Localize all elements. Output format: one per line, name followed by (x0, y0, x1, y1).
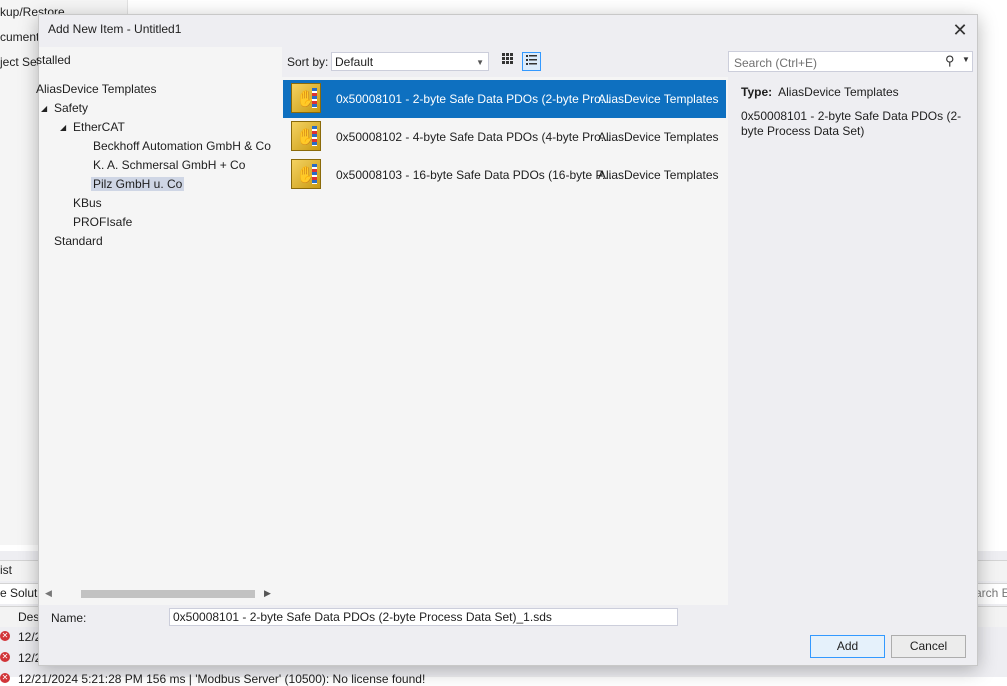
list-item-category: AliasDevice Templates (598, 92, 719, 106)
expanded-icon[interactable]: ◢ (60, 123, 66, 132)
error-icon: ✕ (0, 631, 10, 641)
background-item-document: cument (0, 30, 40, 44)
list-item-name: 0x50008101 - 2-byte Safe Data PDOs (2-by… (336, 92, 611, 106)
tree-item-label: Beckhoff Automation GmbH & Co (93, 139, 271, 153)
error-icon: ✕ (0, 673, 10, 683)
close-button[interactable]: ✕ (947, 18, 973, 42)
tree-item-label: Safety (54, 101, 89, 115)
tree-item-schmersal[interactable]: K. A. Schmersal GmbH + Co (93, 156, 245, 174)
add-button[interactable]: Add (810, 635, 885, 658)
details-description: 0x50008101 - 2-byte Safe Data PDOs (2-by… (741, 109, 962, 138)
list-view-button[interactable] (522, 52, 541, 71)
background-item-project-settings: ject Set (0, 55, 41, 69)
name-label: Name: (51, 611, 87, 625)
search-icon[interactable]: ⚲ (945, 53, 955, 69)
list-item-name: 0x50008103 - 16-byte Safe Data PDOs (16-… (336, 168, 612, 182)
list-item[interactable]: ✋ 0x50008101 - 2-byte Safe Data PDOs (2-… (283, 80, 726, 118)
list-item-category: AliasDevice Templates (598, 130, 719, 144)
tree-item-label: PROFIsafe (73, 215, 133, 229)
list-item[interactable]: ✋ 0x50008102 - 4-byte Safe Data PDOs (4-… (283, 118, 726, 156)
details-type-value: AliasDevice Templates (778, 85, 899, 99)
tree-item-label: AliasDevice Templates (36, 82, 157, 96)
sort-by-value: Default (335, 55, 374, 69)
list-item-name: 0x50008102 - 4-byte Safe Data PDOs (4-by… (336, 130, 611, 144)
details-type: Type: AliasDevice Templates (741, 85, 899, 99)
background-search-box: arch E (975, 586, 1007, 600)
tree-item-pilz[interactable]: Pilz GmbH u. Co (91, 175, 185, 193)
chevron-down-icon: ▼ (476, 58, 484, 67)
name-input[interactable] (169, 608, 678, 626)
sort-by-label: Sort by: (287, 55, 329, 69)
tree-item-ethercat[interactable]: EtherCAT (73, 118, 125, 136)
tree-item-aliasdevice-templates[interactable]: AliasDevice Templates (36, 80, 157, 98)
error-icon: ✕ (0, 652, 10, 662)
search-input[interactable] (732, 53, 941, 72)
tree-root-installed[interactable]: stalled (36, 53, 71, 67)
search-box: ⚲ ▼ (728, 51, 973, 72)
details-panel: Type: AliasDevice Templates 0x50008101 -… (728, 77, 977, 605)
list-view-icon (526, 55, 537, 65)
grid-view-icon (502, 53, 513, 64)
dialog-titlebar: Add New Item - Untitled1 ✕ (39, 15, 977, 45)
background-column-description: Des (18, 610, 40, 624)
tree-item-label: KBus (73, 196, 102, 210)
list-item[interactable]: ✋ 0x50008103 - 16-byte Safe Data PDOs (1… (283, 156, 726, 194)
tree-item-standard[interactable]: Standard (54, 232, 103, 250)
scroll-right-icon[interactable]: ▶ (264, 588, 271, 599)
scrollbar-thumb[interactable] (81, 590, 255, 598)
chevron-down-icon[interactable]: ▼ (962, 55, 970, 64)
details-type-label: Type: (741, 85, 773, 99)
tree-item-label: Pilz GmbH u. Co (91, 177, 185, 191)
tree-item-label: K. A. Schmersal GmbH + Co (93, 158, 246, 172)
sort-by-select[interactable]: Default ▼ (331, 52, 489, 71)
scroll-left-icon[interactable]: ◀ (45, 588, 52, 599)
add-new-item-dialog: Add New Item - Untitled1 ✕ stalled Alias… (36, 14, 978, 666)
tree-horizontal-scrollbar[interactable]: ◀ ▶ (39, 586, 282, 602)
grid-view-button[interactable] (498, 52, 517, 71)
tree-item-safety[interactable]: Safety (54, 99, 88, 117)
tree-item-label: Standard (54, 234, 103, 248)
tree-item-label: EtherCAT (73, 120, 125, 134)
list-item-category: AliasDevice Templates (598, 168, 719, 182)
safety-device-icon: ✋ (291, 159, 321, 189)
tree-item-kbus[interactable]: KBus (73, 194, 102, 212)
tree-item-beckhoff[interactable]: Beckhoff Automation GmbH & Co (93, 137, 271, 155)
template-tree: stalled AliasDevice Templates ◢ Safety ◢… (36, 47, 282, 605)
template-list: ✋ 0x50008101 - 2-byte Safe Data PDOs (2-… (282, 77, 728, 605)
safety-device-icon: ✋ (291, 121, 321, 151)
expanded-icon[interactable]: ◢ (41, 104, 47, 113)
background-tab-label: ist (0, 563, 12, 577)
safety-device-icon: ✋ (291, 83, 321, 113)
dialog-footer: Name: Add Cancel (39, 605, 977, 665)
background-row-3: 12/21/2024 5:21:28 PM 156 ms | 'Modbus S… (18, 672, 426, 686)
cancel-button[interactable]: Cancel (891, 635, 966, 658)
background-solution-filter: e Soluti (0, 586, 41, 600)
dialog-title: Add New Item - Untitled1 (48, 22, 182, 36)
tree-item-profisafe[interactable]: PROFIsafe (73, 213, 132, 231)
